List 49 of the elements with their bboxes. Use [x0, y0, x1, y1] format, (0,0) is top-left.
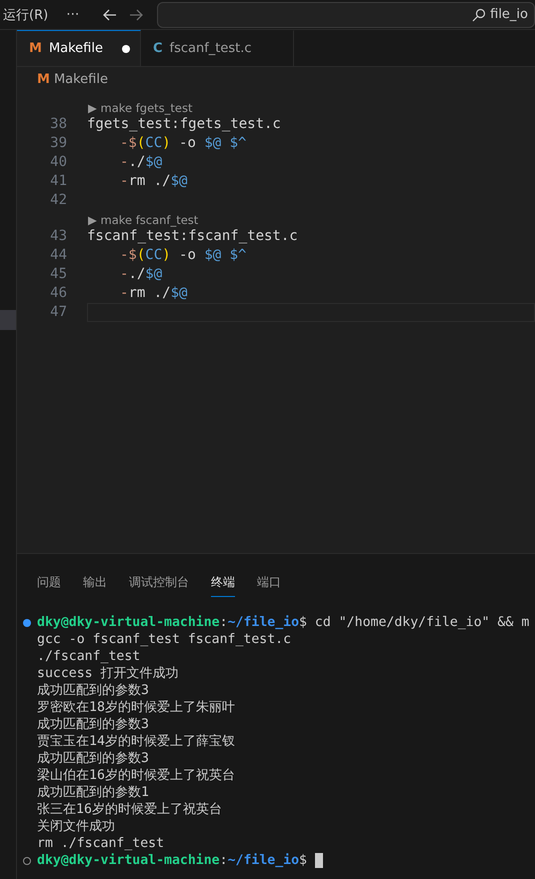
line-number: 39	[49, 134, 68, 153]
line-number: 42	[49, 191, 68, 210]
back-arrow-icon[interactable]	[102, 6, 118, 22]
panel-tab[interactable]: 调试控制台	[129, 574, 189, 597]
line-number: 40	[49, 153, 68, 172]
code-line: -$(CC) -o $@ $^	[119, 134, 248, 153]
panel-tab[interactable]: 终端	[211, 574, 235, 597]
terminal-output: gcc -o fscanf_test fscanf_test.c	[37, 631, 292, 648]
line-number: 44	[49, 246, 68, 265]
code-line: fgets_test:fgets_test.c	[87, 115, 282, 134]
line-number: 41	[49, 172, 68, 191]
panel-tab[interactable]: 问题	[37, 574, 61, 597]
terminal-output: ./fscanf_test	[37, 648, 140, 665]
terminal-output: 贾宝玉在14岁的时候爱上了薛宝钗	[37, 733, 235, 750]
search-field[interactable]: file_io	[157, 2, 535, 28]
search-icon	[472, 8, 486, 22]
terminal-output: 成功匹配到的参数1	[37, 784, 149, 801]
codelens-link[interactable]: ▶ make fscanf_test	[88, 210, 198, 227]
code-line: -./$@	[119, 153, 164, 172]
line-number: 43	[49, 227, 68, 246]
breadcrumb[interactable]: M Makefile	[17, 67, 108, 91]
codelens-link[interactable]: ▶ make fgets_test	[88, 98, 192, 115]
terminal-output: 成功匹配到的参数3	[37, 750, 149, 767]
code-line: -rm ./$@	[119, 172, 188, 191]
terminal-output: success 打开文件成功	[37, 665, 179, 682]
code-line: -./$@	[119, 265, 164, 284]
terminal-output: 梁山伯在16岁的时候爱上了祝英台	[37, 767, 235, 784]
line-number: 38	[49, 115, 68, 134]
line-number: 46	[49, 284, 68, 303]
terminal-output: 成功匹配到的参数3	[37, 682, 149, 699]
terminal-output: 关闭文件成功	[37, 818, 115, 835]
forward-arrow-icon[interactable]	[128, 6, 144, 22]
panel-tab[interactable]: 输出	[83, 574, 107, 597]
code-line: -rm ./$@	[119, 284, 188, 303]
menu-item[interactable]: 运行(R)	[3, 6, 48, 24]
sidebar-row-highlight	[0, 310, 16, 330]
line-number: 47	[49, 303, 68, 322]
terminal-output: rm ./fscanf_test	[37, 835, 164, 852]
code-line: fscanf_test:fscanf_test.c	[87, 227, 299, 246]
terminal-prompt: dky@dky-virtual-machine:~/file_io$	[37, 852, 307, 869]
code-line: -$(CC) -o $@ $^	[119, 246, 248, 265]
editor-tab[interactable]: M Makefile	[17, 30, 141, 66]
terminal-prompt: dky@dky-virtual-machine:~/file_io$ cd "/home/dky/file_io" && m	[37, 614, 530, 631]
terminal-output: 成功匹配到的参数3	[37, 716, 149, 733]
menu-item[interactable]: ⋯	[66, 7, 80, 22]
line-number: 45	[49, 265, 68, 284]
terminal-output: 张三在16岁的时候爱上了祝英台	[37, 801, 222, 818]
panel-tab[interactable]: 端口	[257, 574, 281, 597]
terminal-output: 罗密欧在18岁的时候爱上了朱丽叶	[37, 699, 235, 716]
